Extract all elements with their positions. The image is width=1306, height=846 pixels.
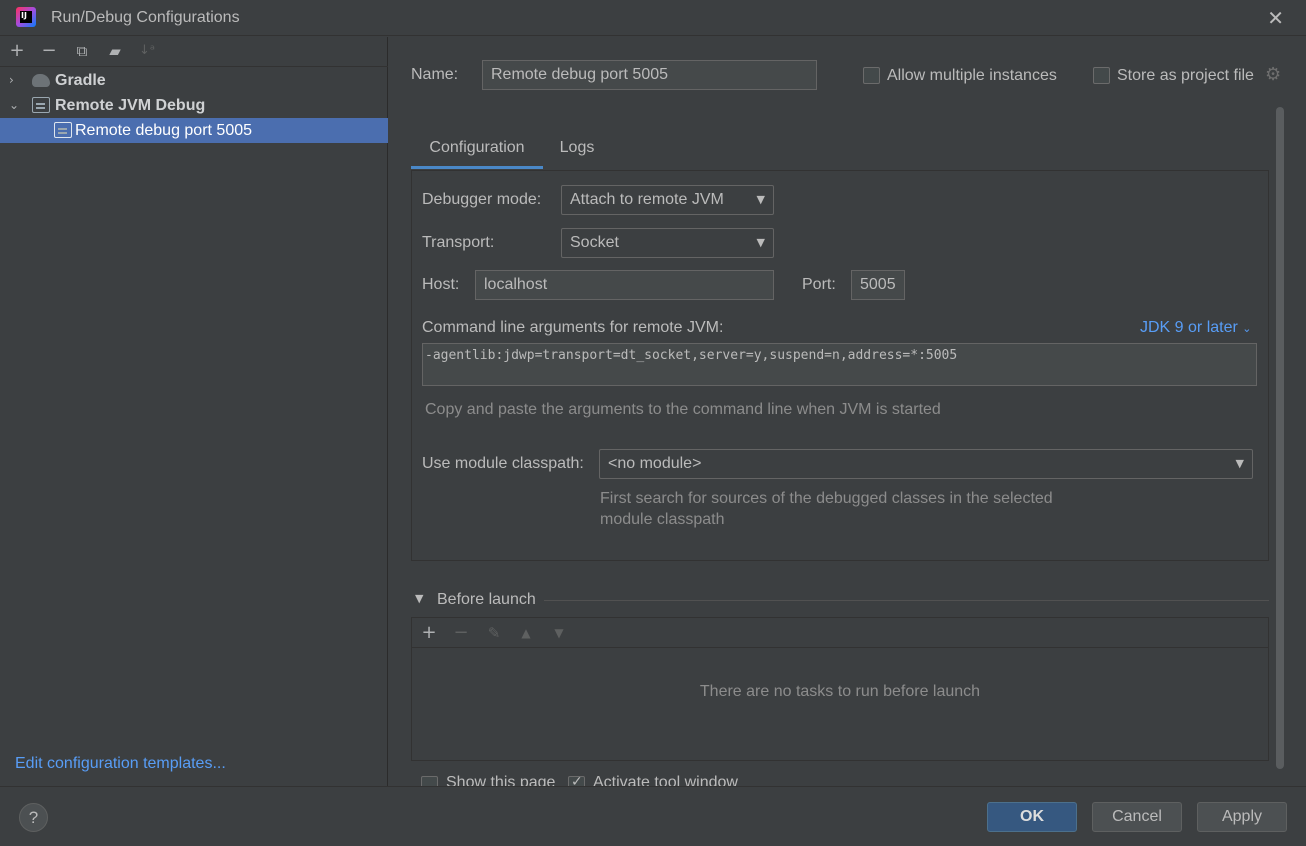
- tree-item-label: Remote JVM Debug: [55, 97, 206, 114]
- tree-item-remote-jvm-debug[interactable]: ⌄ Remote JVM Debug: [0, 93, 388, 118]
- before-launch-label[interactable]: Before launch: [437, 591, 536, 609]
- cmdline-hint: Copy and paste the arguments to the comm…: [425, 401, 941, 418]
- activate-tool-checkbox[interactable]: [568, 774, 585, 786]
- title-bar: IJ Run/Debug Configurations ✕: [0, 0, 1306, 36]
- show-page-checkbox[interactable]: [421, 776, 438, 786]
- dropdown-arrow-icon: ▼: [756, 193, 765, 206]
- cmdline-args-textarea[interactable]: -agentlib:jdwp=transport=dt_socket,serve…: [422, 343, 1257, 386]
- name-field[interactable]: Remote debug port 5005: [482, 60, 817, 90]
- dropdown-arrow-icon: ▼: [756, 236, 765, 249]
- host-label: Host:: [422, 276, 460, 293]
- transport-select[interactable]: Socket ▼: [561, 228, 774, 258]
- module-hint-line2: module classpath: [600, 511, 725, 528]
- module-classpath-label: Use module classpath:: [422, 455, 584, 472]
- chevron-right-icon[interactable]: ›: [9, 68, 21, 87]
- tab-logs[interactable]: Logs: [551, 129, 603, 169]
- configuration-panel: Debugger mode: Attach to remote JVM ▼ Tr…: [411, 170, 1269, 561]
- remove-task-icon[interactable]: −: [450, 622, 472, 644]
- copy-icon[interactable]: ⧉: [71, 40, 93, 62]
- jvm-debug-icon: [32, 97, 50, 113]
- before-launch-tasks: + − ✎ ▲ ▼ There are no tasks to run befo…: [411, 617, 1269, 761]
- debugger-mode-label: Debugger mode:: [422, 191, 542, 208]
- launch-options-row: Show this page Activate tool window: [421, 774, 821, 786]
- ok-button[interactable]: OK: [987, 802, 1077, 832]
- show-page-label[interactable]: Show this page: [446, 774, 555, 786]
- vertical-scrollbar[interactable]: [1276, 107, 1284, 769]
- debugger-mode-value: Attach to remote JVM: [570, 191, 724, 208]
- tree-toolbar: + − ⧉ ▰ ↓ᵃ: [0, 37, 388, 67]
- port-field[interactable]: 5005: [851, 270, 905, 300]
- allow-multiple-checkbox[interactable]: [863, 67, 880, 84]
- close-icon[interactable]: ✕: [1267, 6, 1284, 31]
- intellij-app-icon: IJ: [16, 7, 36, 27]
- cmdline-label: Command line arguments for remote JVM:: [422, 319, 724, 336]
- tree-item-remote-debug-port[interactable]: Remote debug port 5005: [0, 118, 388, 143]
- chevron-down-icon[interactable]: ⌄: [9, 93, 21, 112]
- transport-value: Socket: [570, 234, 619, 251]
- module-classpath-value: <no module>: [608, 455, 702, 472]
- store-project-label[interactable]: Store as project file: [1117, 67, 1254, 85]
- tasks-toolbar: + − ✎ ▲ ▼: [412, 618, 1268, 648]
- move-up-icon[interactable]: ▲: [515, 622, 537, 644]
- host-field[interactable]: localhost: [475, 270, 774, 300]
- apply-button[interactable]: Apply: [1197, 802, 1287, 832]
- new-folder-icon[interactable]: ▰: [104, 40, 126, 62]
- window-title: Run/Debug Configurations: [51, 9, 240, 26]
- edit-templates-link[interactable]: Edit configuration templates...: [15, 755, 226, 773]
- collapse-arrow-icon[interactable]: ▼: [415, 592, 423, 605]
- transport-label: Transport:: [422, 234, 495, 251]
- section-divider: [544, 600, 1269, 601]
- debugger-mode-select[interactable]: Attach to remote JVM ▼: [561, 185, 774, 215]
- cancel-button[interactable]: Cancel: [1092, 802, 1182, 832]
- edit-task-icon[interactable]: ✎: [483, 622, 505, 644]
- jdk-version-label: JDK 9 or later: [1140, 319, 1238, 336]
- port-label: Port:: [802, 276, 836, 293]
- name-label: Name:: [411, 66, 459, 83]
- tree-item-gradle[interactable]: › Gradle: [0, 68, 388, 93]
- add-task-icon[interactable]: +: [418, 622, 440, 644]
- jvm-debug-icon: [54, 122, 72, 138]
- module-hint-line1: First search for sources of the debugged…: [600, 490, 1053, 507]
- dropdown-arrow-icon: ▼: [1235, 457, 1244, 470]
- chevron-down-icon: ⌄: [1242, 322, 1252, 335]
- config-tree-panel: + − ⧉ ▰ ↓ᵃ › Gradle ⌄ Remote JVM Debug R…: [0, 37, 388, 786]
- gear-icon[interactable]: ⚙: [1265, 64, 1281, 85]
- add-icon[interactable]: +: [6, 40, 28, 62]
- move-down-icon[interactable]: ▼: [548, 622, 570, 644]
- tab-configuration[interactable]: Configuration: [411, 129, 543, 169]
- module-classpath-select[interactable]: <no module> ▼: [599, 449, 1253, 479]
- remove-icon[interactable]: −: [38, 40, 60, 62]
- gradle-icon: [32, 74, 50, 87]
- store-project-checkbox[interactable]: [1093, 67, 1110, 84]
- no-tasks-message: There are no tasks to run before launch: [699, 683, 981, 700]
- help-button[interactable]: ?: [19, 803, 48, 832]
- jdk-version-link[interactable]: JDK 9 or later ⌄: [1140, 319, 1251, 337]
- config-editor-panel: Name: Remote debug port 5005 Allow multi…: [389, 37, 1306, 786]
- dialog-button-bar: ? OK Cancel Apply: [0, 786, 1306, 846]
- allow-multiple-label[interactable]: Allow multiple instances: [887, 67, 1057, 85]
- sort-icon[interactable]: ↓ᵃ: [136, 40, 158, 62]
- activate-tool-label[interactable]: Activate tool window: [593, 774, 738, 786]
- tree-item-label: Remote debug port 5005: [75, 122, 253, 139]
- tree-item-label: Gradle: [55, 72, 106, 89]
